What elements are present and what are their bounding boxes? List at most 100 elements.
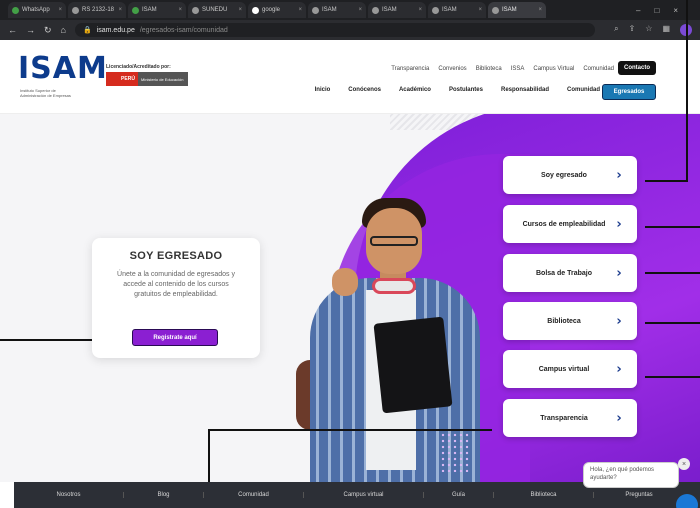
register-button[interactable]: Registrate aquí: [132, 329, 218, 346]
star-icon[interactable]: ☆: [645, 24, 652, 36]
back-icon[interactable]: ←: [8, 25, 17, 35]
close-icon[interactable]: ×: [118, 7, 122, 13]
nav-item[interactable]: Responsabilidad: [501, 87, 549, 93]
tab-favicon-icon: [312, 6, 319, 14]
menu-label: Cursos de empleabilidad: [522, 220, 606, 228]
egresado-card: SOY EGRESADO Únete a la comunidad de egr…: [92, 238, 260, 358]
contacto-button[interactable]: Contacto: [618, 61, 656, 75]
extensions-icon[interactable]: ▦: [662, 24, 670, 36]
menu-soy-egresado[interactable]: Soy egresado ›: [503, 156, 637, 194]
browser-tab-active[interactable]: ISAM ×: [488, 2, 546, 18]
nav-item[interactable]: Académico: [399, 87, 431, 93]
screen: WhatsApp × RS 2132-18 × ISAM × SUNEDU × goog…: [0, 0, 700, 508]
footer-item[interactable]: Comunidad: [204, 492, 304, 498]
close-icon[interactable]: ×: [538, 7, 542, 13]
card-title: SOY EGRESADO: [129, 250, 223, 262]
nav-item[interactable]: Postulantes: [449, 87, 483, 93]
tab-favicon-icon: [132, 6, 139, 14]
tab-favicon-icon: [12, 6, 19, 14]
card-text: Únete a la comunidad de egresados y acce…: [117, 271, 235, 298]
tab-favicon-icon: [492, 6, 499, 14]
lock-icon: 🔒: [82, 27, 92, 34]
annotation-line: [645, 226, 700, 228]
menu-biblioteca[interactable]: Biblioteca ›: [503, 302, 637, 340]
top-link[interactable]: Campus Virtual: [533, 66, 574, 72]
tab-label: ISAM: [322, 7, 337, 13]
maximize-icon[interactable]: □: [654, 6, 659, 15]
menu-label: Campus virtual: [538, 365, 590, 373]
reload-icon[interactable]: ↻: [44, 25, 52, 36]
browser-tab[interactable]: ISAM ×: [368, 2, 426, 18]
footer-item[interactable]: Guía: [424, 492, 494, 498]
browser-tab[interactable]: google ×: [248, 2, 306, 18]
close-icon[interactable]: ×: [178, 7, 182, 13]
search-icon[interactable]: ⌕: [614, 24, 618, 36]
share-icon[interactable]: ⇪: [629, 24, 636, 36]
top-link[interactable]: Convenios: [438, 66, 466, 72]
tab-label: RS 2132-18: [82, 7, 115, 13]
minimize-icon[interactable]: –: [636, 6, 640, 15]
menu-label: Bolsa de Trabajo: [535, 269, 593, 277]
url-path: /egresados-isam/comunidad: [139, 26, 228, 34]
footer-item[interactable]: Preguntas: [594, 492, 684, 498]
minedu-left: PERÚ: [118, 72, 138, 86]
black-folder: [373, 316, 453, 414]
close-icon[interactable]: ×: [478, 7, 482, 13]
menu-bolsa-trabajo[interactable]: Bolsa de Trabajo ›: [503, 254, 637, 292]
close-window-icon[interactable]: ×: [673, 6, 678, 15]
site-logo[interactable]: ISAM: [18, 54, 108, 84]
nav-item[interactable]: Comunidad: [567, 87, 600, 93]
footer-item[interactable]: Biblioteca: [494, 492, 594, 498]
footer-item[interactable]: Nosotros: [14, 492, 124, 498]
forward-icon[interactable]: →: [26, 25, 35, 35]
egresados-button[interactable]: Egresados: [602, 84, 656, 100]
footer-item[interactable]: Blog: [124, 492, 204, 498]
nav-item[interactable]: Inicio: [315, 87, 331, 93]
browser-tab-bar: WhatsApp × RS 2132-18 × ISAM × SUNEDU × goog…: [0, 0, 700, 20]
menu-cursos-empleabilidad[interactable]: Cursos de empleabilidad ›: [503, 205, 637, 243]
toolbar-actions: ⌕ ⇪ ☆ ▦: [614, 24, 692, 36]
chevron-right-icon: ›: [616, 167, 622, 183]
annotation-line: [645, 272, 700, 274]
tab-favicon-icon: [72, 6, 79, 14]
home-icon[interactable]: ⌂: [61, 25, 66, 35]
tab-label: ISAM: [502, 7, 517, 13]
tab-label: ISAM: [142, 7, 157, 13]
top-link[interactable]: Biblioteca: [476, 66, 502, 72]
browser-tab[interactable]: ISAM ×: [428, 2, 486, 18]
browser-tab[interactable]: SUNEDU ×: [188, 2, 246, 18]
top-link[interactable]: Transparencia: [391, 66, 429, 72]
chat-bubble[interactable]: Hola, ¿en qué podemos ayudarte?: [583, 462, 679, 488]
close-icon[interactable]: ×: [58, 7, 62, 13]
chevron-right-icon: ›: [616, 265, 622, 281]
browser-tab[interactable]: RS 2132-18 ×: [68, 2, 126, 18]
glasses: [370, 236, 418, 246]
close-icon[interactable]: ×: [238, 7, 242, 13]
footer-item[interactable]: Campus virtual: [304, 492, 424, 498]
decorative-dots: [440, 432, 470, 472]
annotation-line: [645, 180, 688, 182]
browser-tab[interactable]: ISAM ×: [128, 2, 186, 18]
address-bar[interactable]: 🔒 isam.edu.pe /egresados-isam/comunidad: [74, 23, 595, 37]
top-link[interactable]: Comunidad: [583, 66, 614, 72]
browser-tab[interactable]: WhatsApp ×: [8, 2, 66, 18]
close-icon[interactable]: ×: [418, 7, 422, 13]
minedu-badge: PERÚ Ministerio de Educación: [106, 72, 188, 86]
top-link[interactable]: ISSA: [511, 66, 525, 72]
browser-tab[interactable]: ISAM ×: [308, 2, 366, 18]
top-links: Transparencia Convenios Biblioteca ISSA …: [391, 66, 648, 72]
menu-transparencia[interactable]: Transparencia ›: [503, 399, 637, 437]
headphones: [372, 278, 416, 294]
annotation-line: [686, 0, 688, 182]
tab-favicon-icon: [192, 6, 199, 14]
close-icon[interactable]: ×: [678, 458, 690, 470]
licensed-text: Licenciado/Acreditado por:: [106, 64, 171, 70]
close-icon[interactable]: ×: [358, 7, 362, 13]
chevron-right-icon: ›: [616, 216, 622, 232]
minedu-right: Ministerio de Educación: [138, 72, 188, 86]
menu-campus-virtual[interactable]: Campus virtual ›: [503, 350, 637, 388]
annotation-line: [645, 322, 700, 324]
nav-item[interactable]: Conócenos: [348, 87, 381, 93]
peru-flag-icon: [106, 72, 118, 86]
close-icon[interactable]: ×: [298, 7, 302, 13]
